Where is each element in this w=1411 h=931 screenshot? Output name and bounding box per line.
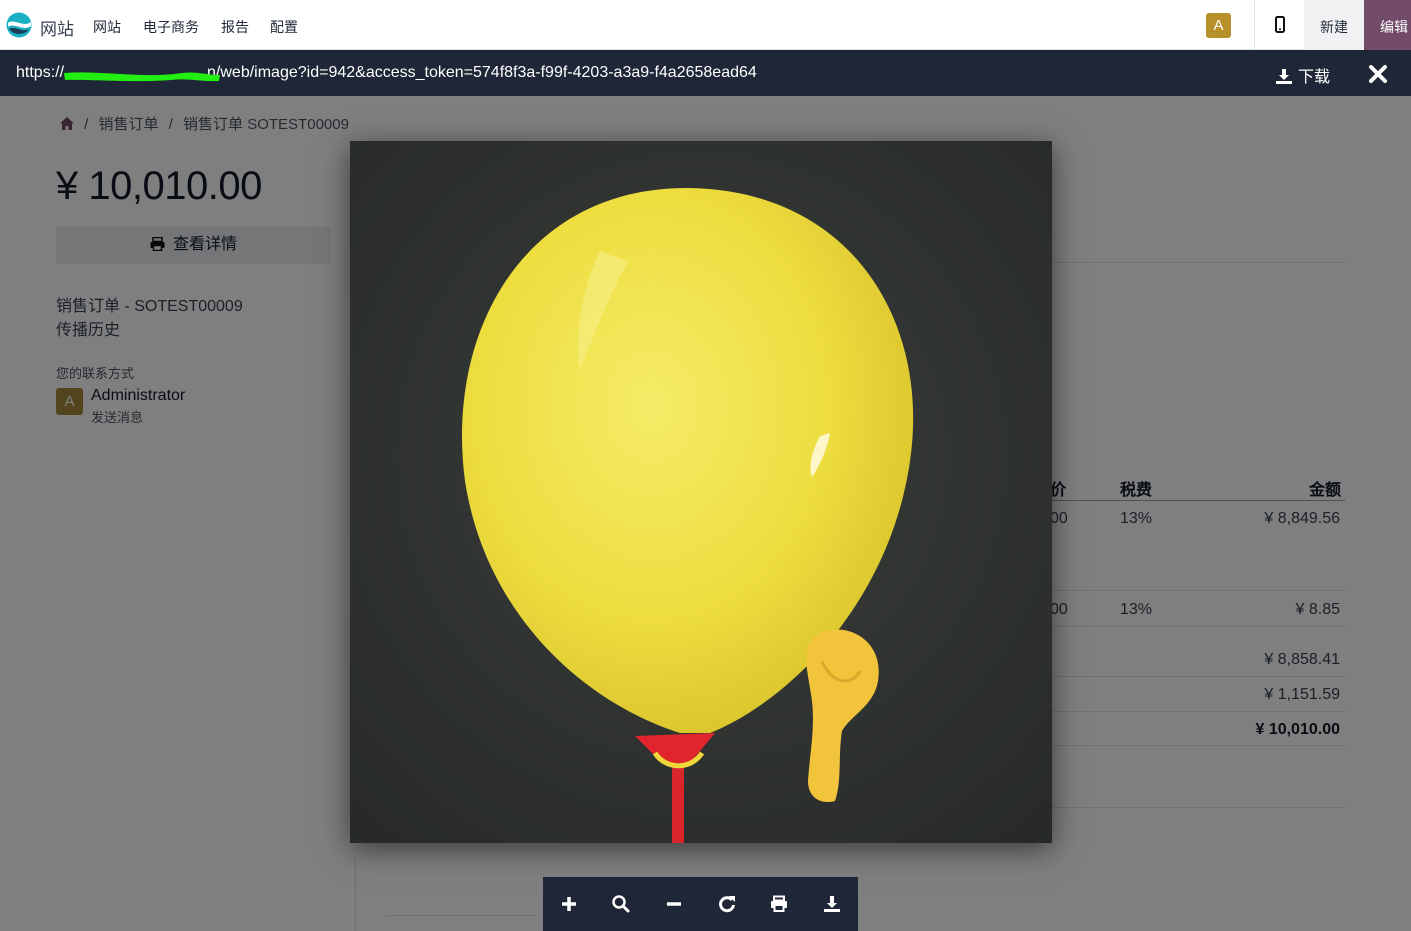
mobile-icon[interactable]: [1272, 16, 1288, 34]
app-brand[interactable]: 网站: [40, 15, 74, 40]
user-avatar[interactable]: A: [1206, 13, 1231, 38]
image-viewer-header: https:// n/web/image?id=942&access_token=…: [0, 50, 1411, 96]
menu-reports[interactable]: 报告: [221, 17, 249, 37]
zoom-reset-icon[interactable]: [611, 894, 631, 914]
new-button[interactable]: 新建: [1304, 0, 1364, 50]
download-label: 下载: [1298, 69, 1331, 86]
menu-website[interactable]: 网站: [93, 17, 121, 37]
url-suffix: n/web/image?id=942&access_token=574f8f3a…: [207, 64, 757, 81]
redaction-mark: [64, 72, 220, 82]
close-icon[interactable]: [1369, 65, 1387, 83]
url-prefix: https://: [16, 64, 65, 81]
download-icon: [1276, 69, 1292, 84]
menu-ecommerce[interactable]: 电子商务: [143, 17, 199, 37]
top-navbar: 网站 网站 电子商务 报告 配置 A 新建 编辑: [0, 0, 1411, 50]
rotate-icon[interactable]: [717, 894, 737, 914]
download-icon[interactable]: [822, 894, 842, 914]
edit-button[interactable]: 编辑: [1364, 0, 1411, 50]
zoom-in-icon[interactable]: [559, 894, 579, 914]
website-logo-icon[interactable]: [6, 12, 32, 38]
image-viewer-toolbar: [543, 877, 858, 931]
print-icon[interactable]: [769, 894, 789, 914]
zoom-out-icon[interactable]: [664, 894, 684, 914]
download-button[interactable]: 下载: [1276, 63, 1330, 87]
navbar-divider: [1254, 0, 1255, 50]
preview-image: [350, 141, 1052, 843]
menu-config[interactable]: 配置: [270, 17, 298, 37]
